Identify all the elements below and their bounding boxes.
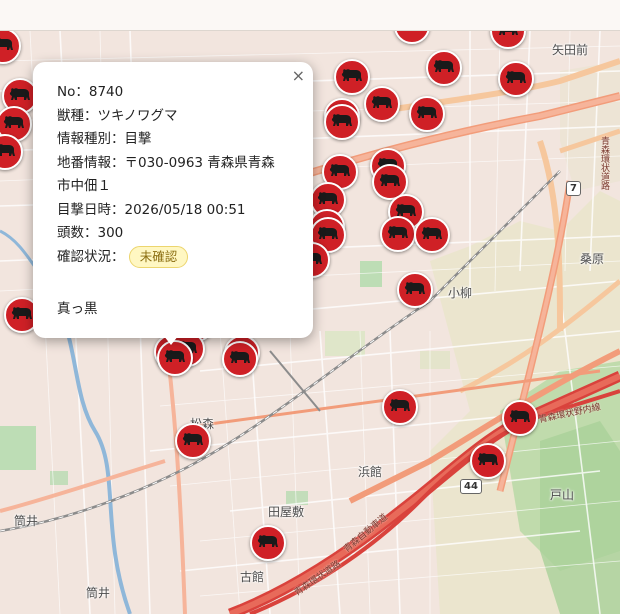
bear-icon [476,452,500,471]
place-label: 矢田前 [552,43,589,57]
route-shield: 7 [566,181,581,196]
place-label: 田屋敷 [268,505,305,519]
bear-icon [181,432,205,451]
status-badge: 未確認 [128,245,189,268]
bear-icon [504,70,528,89]
bear-marker[interactable] [334,59,370,95]
bear-marker[interactable] [414,217,450,253]
bear-icon [400,31,424,36]
bear-icon [496,31,520,41]
species: 獣種：ツキノワグマ [57,107,178,124]
bear-icon [256,534,280,553]
bear-icon [432,59,456,78]
confirmation-status: 確認状況： 未確認 [57,245,289,270]
bear-marker[interactable] [324,104,360,140]
bear-marker[interactable] [426,50,462,86]
address-line: 市中佃１ [57,178,111,194]
bear-icon [403,281,427,300]
road-label: 青森環状道路 [599,136,609,190]
bear-icon [0,37,15,56]
bear-marker[interactable] [382,389,418,425]
info-type: 情報種別：目撃 [57,131,152,147]
bear-icon [420,226,444,245]
record-number: No：8740 [57,84,124,100]
head-count: 頭数：300 [57,225,124,241]
map-view[interactable]: 矢田前 桑原 小柳 浜館 田屋敷 戸山 筒井 筒井 古館 松森 青森環状道路 青… [0,31,620,614]
bear-icon [328,163,352,182]
popup-tip [160,331,182,345]
close-icon[interactable]: × [292,68,305,84]
bear-marker[interactable] [250,525,286,561]
bear-icon [316,191,340,210]
place-label: 戸山 [550,488,575,502]
place-label: 小柳 [448,286,473,300]
place-label: 浜館 [358,465,383,479]
bear-icon [508,409,532,428]
address-line: 地番情報：〒030-0963 青森県青森 [57,154,275,171]
bear-icon [415,105,439,124]
place-label: 筒井 [86,586,111,600]
bear-icon [340,68,364,87]
bear-marker[interactable] [502,400,538,436]
sighting-datetime: 目撃日時：2026/05/18 00:51 [57,201,246,218]
bear-icon [378,173,402,192]
place-label: 古館 [240,570,265,584]
place-label: 筒井 [14,514,39,528]
top-bar [0,0,620,31]
bear-marker[interactable] [498,61,534,97]
bear-icon [388,398,412,417]
place-label: 桑原 [580,252,605,266]
sighting-popup: × No：8740 獣種：ツキノワグマ 情報種別：目撃 地番情報：〒030-09… [33,62,313,338]
bear-marker[interactable] [380,216,416,252]
status-label: 確認状況： [57,248,125,265]
bear-icon [386,225,410,244]
bear-icon [2,115,26,134]
memo-text: 真っ黒 [57,301,98,317]
bear-icon [8,87,32,106]
bear-marker[interactable] [175,423,211,459]
bear-icon [370,95,394,114]
route-shield: 44 [460,479,482,494]
bear-icon [10,306,34,325]
bear-marker[interactable] [409,96,445,132]
bear-marker[interactable] [397,272,433,308]
bear-icon [163,349,187,368]
bear-icon [316,226,340,245]
bear-marker[interactable] [470,443,506,479]
bear-marker[interactable] [364,86,400,122]
bear-icon [0,143,17,162]
bear-icon [228,350,252,369]
bear-icon [330,113,354,132]
bear-marker[interactable] [222,341,258,377]
bear-marker[interactable] [157,340,193,376]
